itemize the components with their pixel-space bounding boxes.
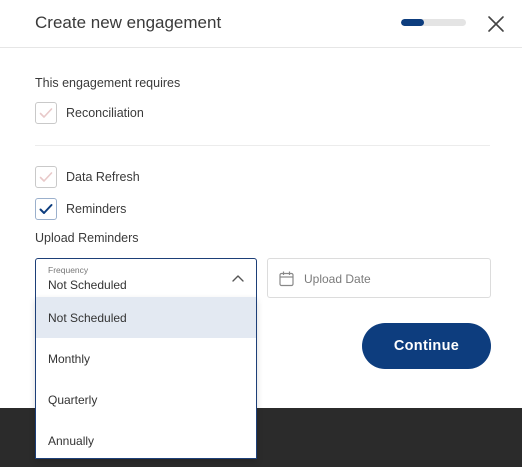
frequency-caption: Frequency <box>48 265 89 275</box>
upload-date-placeholder: Upload Date <box>304 272 371 286</box>
data-refresh-label: Data Refresh <box>66 170 140 184</box>
frequency-option[interactable]: Quarterly <box>36 379 256 420</box>
chevron-up-icon <box>232 275 244 282</box>
modal-title: Create new engagement <box>35 13 222 32</box>
reminders-label: Reminders <box>66 202 127 216</box>
frequency-option[interactable]: Monthly <box>36 338 256 379</box>
data-refresh-checkbox-row[interactable]: Data Refresh <box>35 166 140 188</box>
reminders-checkbox[interactable] <box>35 198 57 220</box>
data-refresh-checkbox[interactable] <box>35 166 57 188</box>
requirements-heading: This engagement requires <box>35 76 181 90</box>
frequency-select[interactable]: Frequency Not Scheduled <box>35 258 257 298</box>
modal-header: Create new engagement <box>0 0 522 48</box>
reconciliation-checkbox-row[interactable]: Reconciliation <box>35 102 144 124</box>
reconciliation-label: Reconciliation <box>66 106 144 120</box>
calendar-icon <box>279 271 294 287</box>
check-icon <box>39 108 53 118</box>
frequency-option[interactable]: Annually <box>36 420 256 461</box>
frequency-dropdown-menu: Not Scheduled Monthly Quarterly Annually <box>35 297 257 459</box>
progress-fill <box>401 19 424 26</box>
close-icon <box>488 16 504 32</box>
continue-button[interactable]: Continue <box>362 323 491 369</box>
reconciliation-checkbox[interactable] <box>35 102 57 124</box>
check-icon <box>39 204 53 214</box>
section-divider <box>35 145 490 146</box>
close-button[interactable] <box>484 12 508 36</box>
frequency-option[interactable]: Not Scheduled <box>36 297 256 338</box>
progress-bar <box>401 19 466 26</box>
check-icon <box>39 172 53 182</box>
upload-date-input[interactable]: Upload Date <box>267 258 491 298</box>
reminders-checkbox-row[interactable]: Reminders <box>35 198 126 220</box>
frequency-value: Not Scheduled <box>48 278 127 292</box>
upload-reminders-label: Upload Reminders <box>35 231 139 245</box>
